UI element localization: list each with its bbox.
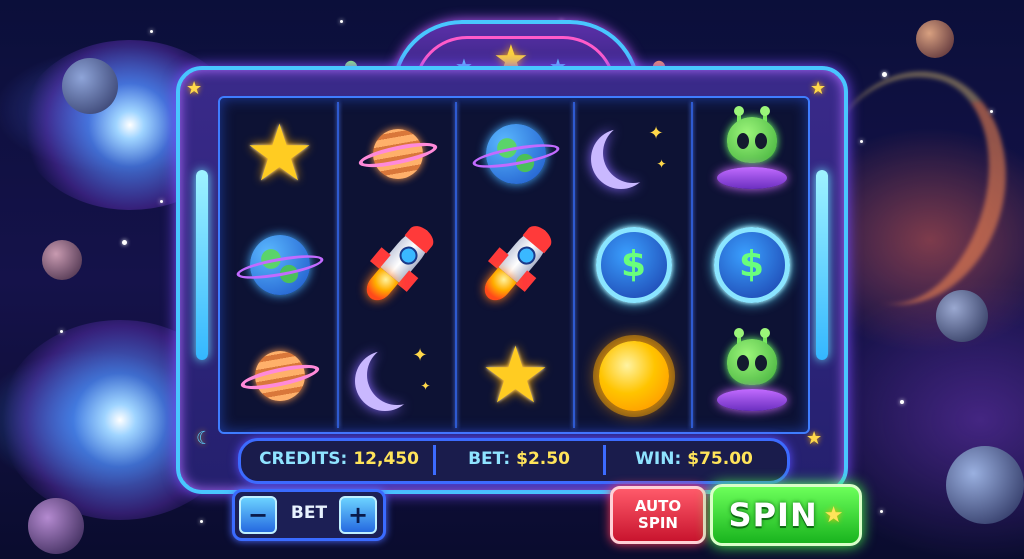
win-value: $75.00 (687, 449, 753, 469)
alien-icon (716, 327, 787, 419)
star-icon: ★ (823, 502, 844, 528)
auto-spin-line-1: AUTO (634, 497, 682, 515)
symbol-earth (458, 98, 573, 209)
corner-star-icon: ★ (810, 78, 827, 99)
bet-control-group: − BET + (232, 489, 386, 541)
dollar-coin-icon: $ (595, 226, 672, 303)
reel-5: $ (694, 98, 809, 432)
planet-bottom-left (28, 498, 84, 554)
bet-control-label: BET (290, 503, 328, 523)
reel-4: ✦ ✦ $ (576, 98, 691, 432)
star (60, 330, 63, 333)
spin-button[interactable]: SPIN ★ (710, 484, 862, 546)
info-divider (433, 445, 436, 475)
earth-icon (470, 119, 561, 189)
auto-spin-button[interactable]: AUTO SPIN (610, 486, 706, 544)
symbol-dollar-coin: $ (694, 209, 809, 320)
bet-decrease-button[interactable]: − (239, 496, 277, 534)
symbol-sun (576, 320, 691, 431)
earth-icon (234, 230, 325, 300)
saturn-icon (238, 346, 321, 406)
credits-display: CREDITS: 12,450 (249, 447, 429, 471)
rocket-icon (338, 204, 457, 324)
bet-display: BET: $2.50 (439, 447, 599, 471)
auto-spin-line-2: SPIN (638, 514, 678, 532)
right-light-bar (816, 170, 828, 360)
planet-right (936, 290, 988, 342)
sun-icon (598, 340, 669, 411)
moon-icon: ✦ ✦ (363, 341, 433, 411)
star (990, 110, 993, 113)
symbol-alien (694, 98, 809, 209)
planet-left (42, 240, 82, 280)
left-light-bar (196, 170, 208, 360)
symbol-moon: ✦ ✦ (576, 98, 691, 209)
star (200, 520, 203, 523)
star-icon: ★ (244, 108, 315, 199)
star (150, 30, 153, 33)
corner-moon-icon: ☾ (196, 428, 213, 449)
symbol-star: ★ (458, 320, 573, 431)
spin-label: SPIN (728, 496, 818, 534)
credits-value: 12,450 (353, 449, 419, 469)
info-bar: CREDITS: 12,450 BET: $2.50 WIN: $75.00 (238, 438, 790, 484)
bet-display-value: $2.50 (516, 449, 570, 469)
symbol-rocket (458, 209, 573, 320)
reel-divider (455, 102, 457, 428)
symbol-saturn (340, 98, 455, 209)
symbol-rocket (340, 209, 455, 320)
reel-2: ✦ ✦ (340, 98, 455, 432)
reel-3: ★ (458, 98, 573, 432)
dollar-coin-icon: $ (713, 226, 790, 303)
star (860, 140, 863, 143)
reel-window: ★ ✦ ✦ ★ ✦ ✦ $ $ (218, 96, 810, 434)
star-icon: ★ (480, 330, 551, 421)
symbol-star: ★ (222, 98, 337, 209)
reel-divider (691, 102, 693, 428)
planet-top-right (916, 20, 954, 58)
reel-divider (337, 102, 339, 428)
info-divider (603, 445, 606, 475)
star (882, 72, 887, 77)
symbol-moon: ✦ ✦ (340, 320, 455, 431)
star (340, 20, 343, 23)
planet-top-left (62, 58, 118, 114)
alien-icon (716, 105, 787, 197)
credits-label: CREDITS: (259, 449, 348, 469)
rocket-icon (456, 204, 575, 324)
win-display: WIN: $75.00 (609, 447, 779, 471)
bet-increase-button[interactable]: + (339, 496, 377, 534)
corner-star-icon: ★ (186, 78, 203, 99)
star (160, 200, 163, 203)
star (880, 510, 883, 513)
moon-icon: ✦ ✦ (599, 119, 669, 189)
win-label: WIN: (635, 449, 682, 469)
bet-display-label: BET: (468, 449, 511, 469)
planet-bottom-right (946, 446, 1024, 524)
symbol-earth (222, 209, 337, 320)
reel-1: ★ (222, 98, 337, 432)
symbol-dollar-coin: $ (576, 209, 691, 320)
saturn-icon (356, 124, 439, 184)
reel-divider (573, 102, 575, 428)
star (900, 400, 904, 404)
star (122, 240, 127, 245)
symbol-saturn (222, 320, 337, 431)
symbol-alien (694, 320, 809, 431)
